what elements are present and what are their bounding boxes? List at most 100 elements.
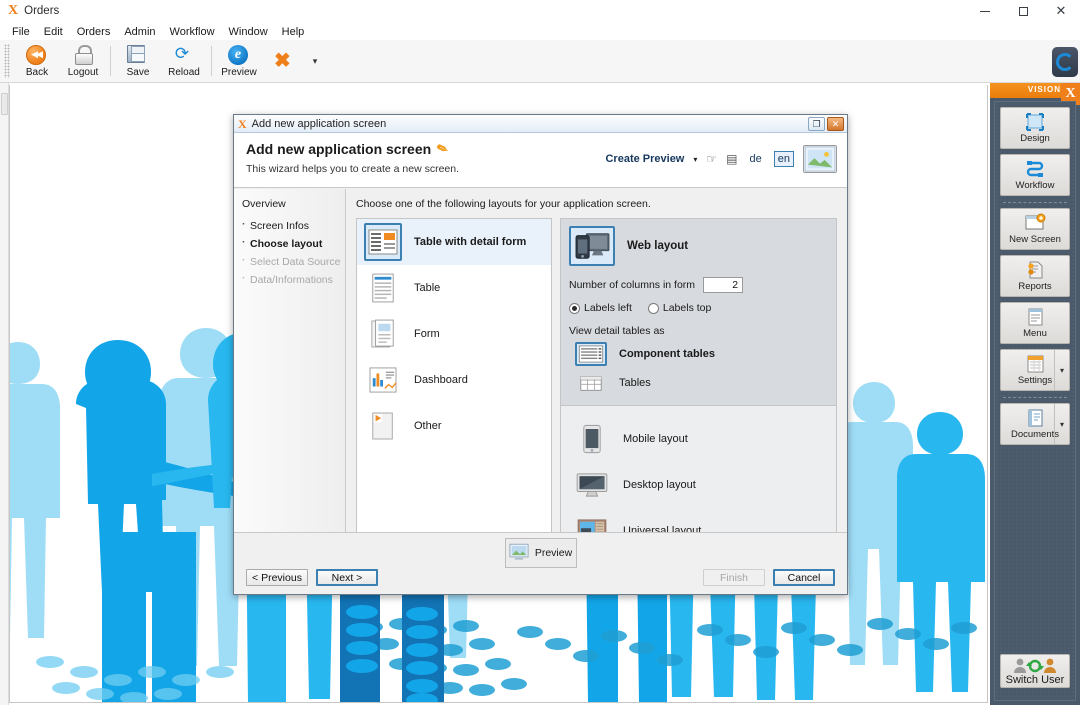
browser-e-icon: e	[228, 45, 250, 66]
sidebar-item-reports-label: Reports	[1018, 281, 1051, 292]
toolbar-overflow-caret-icon[interactable]: ▾	[308, 41, 322, 82]
menu-item-workflow[interactable]: Workflow	[163, 25, 222, 39]
overview-title: Overview	[242, 198, 345, 210]
settings-chevron-down-icon[interactable]: ▾	[1054, 350, 1069, 390]
table-icon	[364, 269, 402, 307]
toolbar-button-logout-label: Logout	[68, 67, 99, 78]
toolbar-button-back[interactable]: ◀◀ Back	[14, 41, 60, 82]
close-button[interactable]: ✕	[1042, 0, 1080, 23]
toolbar-right-widget[interactable]	[1050, 40, 1080, 83]
next-button[interactable]: Next >	[316, 569, 378, 586]
detail-tables-option-tables[interactable]: Tables	[569, 371, 828, 395]
vision-sidebar: VISION X Design Workflow	[990, 83, 1080, 705]
maximize-button[interactable]	[1004, 0, 1042, 23]
settings-table-icon	[1024, 354, 1046, 374]
sidebar-item-design[interactable]: Design	[1000, 107, 1070, 149]
radio-labels-left[interactable]: Labels left	[569, 302, 632, 314]
radio-labels-top[interactable]: Labels top	[648, 302, 711, 314]
dialog-close-button[interactable]: ✕	[827, 117, 844, 131]
dialog-logo-icon: X	[238, 118, 247, 130]
menu-item-help[interactable]: Help	[275, 25, 312, 39]
sidebar-item-reports[interactable]: Reports	[1000, 255, 1070, 297]
columns-label: Number of columns in form	[569, 279, 695, 291]
sidebar-item-workflow[interactable]: Workflow	[1000, 154, 1070, 196]
overview-step-choose-layout[interactable]: Choose layout	[242, 235, 345, 253]
menubar: File Edit Orders Admin Workflow Window H…	[0, 23, 1080, 40]
app-title: Orders	[24, 5, 59, 17]
dialog-header: Add new application screen ✎ This wizard…	[234, 133, 847, 188]
toolbar-button-preview[interactable]: e Preview	[216, 41, 262, 82]
content-hint: Choose one of the following layouts for …	[356, 198, 837, 210]
hand-pointer-icon[interactable]: ☞	[706, 152, 717, 166]
menu-item-orders[interactable]: Orders	[70, 25, 118, 39]
toolbar-grip[interactable]	[4, 44, 10, 78]
sidebar-item-settings[interactable]: Settings ▾	[1000, 349, 1070, 391]
toolbar-button-save[interactable]: Save	[115, 41, 161, 82]
tables-grid-art	[579, 375, 603, 392]
columns-field-row: Number of columns in form 2	[569, 277, 828, 293]
workspace-scrollbar-thumb[interactable]	[1, 93, 8, 115]
preview-button[interactable]: Preview	[505, 538, 577, 568]
language-de-button[interactable]: de	[747, 152, 765, 166]
magic-wand-icon: ✎	[435, 140, 451, 159]
desktop-monitor-art	[576, 472, 608, 498]
layout-option-table-with-detail-form[interactable]: Table with detail form	[357, 219, 551, 265]
detail-tables-label: View detail tables as	[569, 325, 828, 337]
card-icon[interactable]: ▤	[726, 152, 737, 166]
minimize-button[interactable]	[966, 0, 1004, 23]
lock-icon	[72, 45, 94, 66]
dialog-titlebar: X Add new application screen ❐ ✕	[234, 115, 847, 133]
layout-option-table-label: Table	[414, 282, 440, 294]
cancel-button[interactable]: Cancel	[773, 569, 835, 586]
menu-list-icon	[1024, 307, 1046, 327]
web-layout-option[interactable]: Web layout	[569, 226, 828, 266]
columns-input[interactable]: 2	[703, 277, 743, 293]
sidebar-item-new-screen[interactable]: New Screen	[1000, 208, 1070, 250]
sidebar-item-documents[interactable]: Documents ▾	[1000, 403, 1070, 445]
layout-option-table[interactable]: Table	[357, 265, 551, 311]
screen-thumbnail-icon[interactable]	[803, 145, 837, 173]
create-preview-chevron-down-icon[interactable]: ▾	[693, 155, 697, 164]
documents-chevron-down-icon[interactable]: ▾	[1054, 404, 1069, 444]
other-art	[370, 411, 396, 441]
add-new-application-screen-dialog: X Add new application screen ❐ ✕ Add new…	[233, 114, 848, 595]
previous-button[interactable]: < Previous	[246, 569, 308, 586]
dashboard-icon	[364, 361, 402, 399]
documents-icon	[1024, 408, 1046, 428]
reports-icon	[1024, 260, 1046, 280]
web-layout-icon	[569, 226, 615, 266]
layout-option-desktop[interactable]: Desktop layout	[569, 462, 828, 508]
create-preview-button[interactable]: Create Preview	[605, 153, 684, 165]
menu-item-admin[interactable]: Admin	[117, 25, 162, 39]
dialog-content: Choose one of the following layouts for …	[346, 189, 847, 532]
switch-user-button[interactable]: Switch User	[1000, 654, 1070, 688]
sidebar-item-menu[interactable]: Menu	[1000, 302, 1070, 344]
toolbar-button-vision-logo[interactable]: ✖	[262, 41, 308, 82]
overview-step-screen-infos[interactable]: Screen Infos	[242, 217, 345, 235]
menu-item-edit[interactable]: Edit	[37, 25, 70, 39]
layout-option-other-label: Other	[414, 420, 442, 432]
workspace-scrollbar[interactable]	[0, 83, 9, 705]
sidebar-item-menu-label: Menu	[1023, 328, 1047, 339]
toolbar-button-logout[interactable]: Logout	[60, 41, 106, 82]
overview-step-select-data-source: Select Data Source	[242, 253, 345, 271]
toolbar-button-save-label: Save	[127, 67, 150, 78]
layout-option-other[interactable]: Other	[357, 403, 551, 449]
mobile-device-art	[582, 424, 602, 454]
layout-option-form[interactable]: Form	[357, 311, 551, 357]
form-icon	[364, 315, 402, 353]
toolbar-separator-2	[211, 46, 212, 76]
dialog-restore-button[interactable]: ❐	[808, 117, 825, 131]
menu-item-window[interactable]: Window	[222, 25, 275, 39]
app-titlebar: X Orders ✕	[0, 0, 1080, 23]
preview-button-label: Preview	[535, 547, 572, 559]
layout-option-table-with-detail-form-label: Table with detail form	[414, 236, 526, 248]
form-art	[370, 319, 396, 349]
new-screen-icon	[1024, 213, 1046, 233]
layout-option-dashboard[interactable]: Dashboard	[357, 357, 551, 403]
toolbar-button-reload[interactable]: ⟳ Reload	[161, 41, 207, 82]
language-en-button[interactable]: en	[774, 151, 794, 167]
layout-option-mobile[interactable]: Mobile layout	[569, 416, 828, 462]
menu-item-file[interactable]: File	[5, 25, 37, 39]
detail-tables-option-component-tables[interactable]: Component tables	[569, 342, 828, 366]
